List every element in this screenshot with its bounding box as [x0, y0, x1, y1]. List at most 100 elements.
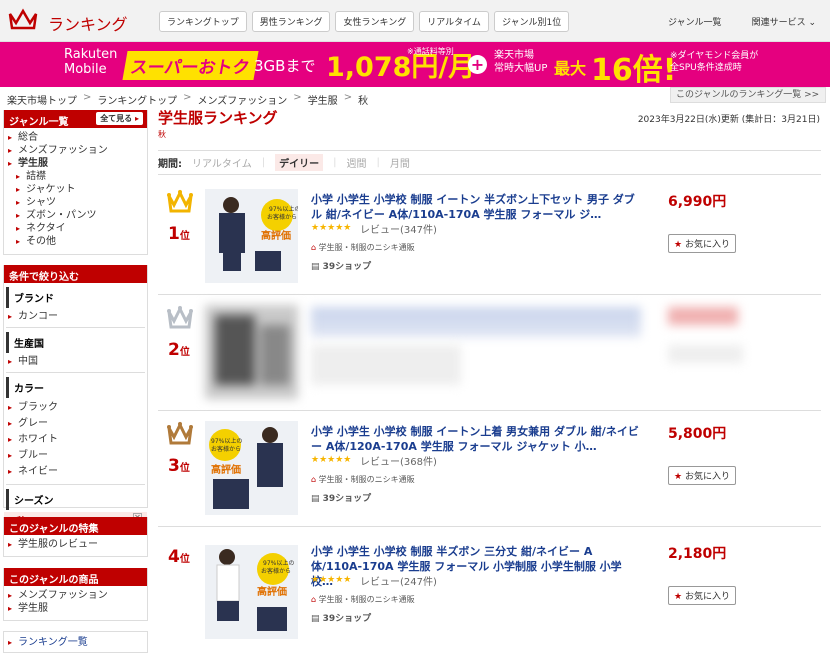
feature-list: 学生服のレビュー [4, 535, 147, 551]
shop-count[interactable]: ▤ 39ショップ [311, 611, 371, 624]
sidebar-ranking-list-box: ランキング一覧 [3, 631, 148, 653]
products-item[interactable]: 学生服 [4, 602, 147, 615]
ranking-list-link[interactable]: ランキング一覧 [4, 636, 147, 649]
color-item[interactable]: ブルー [4, 448, 147, 464]
layers-icon: ▤ [311, 494, 320, 504]
divider [6, 327, 145, 328]
rank-number: 4位 [168, 547, 190, 567]
related-services-link[interactable]: 関連サービス ⌄ [752, 15, 816, 28]
rakuten-mobile-logo: Rakuten Mobile [64, 47, 117, 77]
favorite-button[interactable]: ★ お気に入り [668, 466, 736, 485]
thumb-badge-line2: お客様から [267, 213, 297, 221]
genre-item[interactable]: メンズファッション [4, 144, 147, 157]
country-facet-title: 生産国 [6, 332, 147, 353]
color-list: ブラック グレー ホワイト ブルー ネイビー [4, 400, 147, 480]
nav-genre-first[interactable]: ジャンル別1位 [493, 11, 570, 32]
shop-name[interactable]: ⌂ 学生服・制服のニシキ通販 [311, 474, 415, 485]
shop-count[interactable]: ▤ 39ショップ [311, 491, 371, 504]
genre-subitem[interactable]: シャツ [4, 196, 147, 209]
layers-icon: ▤ [311, 262, 320, 272]
tab-realtime[interactable]: リアルタイム [192, 155, 252, 170]
divider [6, 372, 145, 373]
product-thumbnail[interactable]: 97%以上の お客様から 高評価 [205, 421, 298, 515]
products-header: このジャンルの商品 [4, 568, 147, 586]
breadcrumb-item[interactable]: 楽天市場トップ [7, 92, 77, 107]
product-thumbnail[interactable]: 97%以上の お客様から 高評価 [205, 189, 298, 283]
review-count[interactable]: レビュー(347件) [360, 221, 437, 236]
feature-header: このジャンルの特集 [4, 517, 147, 535]
ichiba-line1: 楽天市場 [494, 50, 534, 61]
breadcrumb-item[interactable]: メンズファッション [197, 92, 287, 107]
color-item[interactable]: グレー [4, 416, 147, 432]
product-title[interactable]: 小学 小学生 小学校 制服 イートン上着 男女兼用 ダブル 紺/ネイビー A体/… [311, 424, 641, 454]
ranking-logo-text[interactable]: ランキング [48, 11, 128, 35]
favorite-button[interactable]: ★ お気に入り [668, 234, 736, 253]
ranking-item: 2位 [158, 297, 821, 411]
brand-list: カンコー [4, 310, 147, 323]
genre-subitem[interactable]: 詰襟 [4, 170, 147, 183]
blurred-title-block [311, 307, 641, 337]
genre-subitem[interactable]: ズボン・パンツ [4, 209, 147, 222]
review-count[interactable]: レビュー(368件) [360, 453, 437, 468]
color-item[interactable]: ホワイト [4, 432, 147, 448]
breadcrumb-item[interactable]: 学生服 [308, 92, 338, 107]
page-subtitle: 秋 [158, 130, 166, 139]
product-image: 97%以上の お客様から 高評価 [205, 189, 298, 283]
layers-icon: ▤ [311, 614, 320, 624]
product-thumbnail[interactable]: 97%以上の お客様から 高評価 [205, 545, 298, 639]
top-nav: ランキングトップ 男性ランキング 女性ランキング リアルタイム ジャンル別1位 [159, 11, 570, 32]
nav-ranking-top[interactable]: ランキングトップ [159, 11, 247, 32]
review-count[interactable]: レビュー(247件) [360, 573, 437, 588]
rank-number: 1位 [168, 224, 190, 244]
country-list: 中国 [4, 355, 147, 368]
season-facet-title: シーズン [6, 489, 147, 510]
genre-list-link[interactable]: ジャンル一覧 [668, 15, 722, 28]
product-price: 5,800円 [668, 426, 727, 442]
rank-number: 2位 [168, 340, 190, 360]
promo-banner[interactable]: Rakuten Mobile スーパーおトク 3GBまで 1,078円/月 ※通話… [0, 42, 830, 88]
ranking-item: 3位 97%以上の お客様から 高評価 小学 小学生 小学校 制服 イートン上着… [158, 413, 821, 527]
genre-subitem[interactable]: ネクタイ [4, 222, 147, 235]
genre-list: 総合 メンズファッション 学生服 詰襟 ジャケット シャツ ズボン・パンツ ネク… [4, 128, 147, 248]
color-item[interactable]: ネイビー [4, 464, 147, 480]
shop-name[interactable]: ⌂ 学生服・制服のニシキ通販 [311, 594, 415, 605]
nav-female-ranking[interactable]: 女性ランキング [335, 11, 415, 32]
see-all-button[interactable]: 全て見る ▸ [96, 112, 143, 125]
nav-male-ranking[interactable]: 男性ランキング [251, 11, 331, 32]
favorite-button[interactable]: ★ お気に入り [668, 586, 736, 605]
thumb-badge-line2: お客様から [211, 445, 241, 453]
country-item[interactable]: 中国 [4, 355, 147, 368]
product-title[interactable]: 小学 小学生 小学校 制服 イートン 半ズボン上下セット 男子 ダブル 紺/ネイ… [311, 192, 641, 222]
genre-item[interactable]: 学生服 [4, 157, 147, 170]
nav-realtime[interactable]: リアルタイム [419, 11, 489, 32]
rank-suffix: 位 [179, 347, 190, 358]
feature-item[interactable]: 学生服のレビュー [4, 538, 147, 551]
tab-daily[interactable]: デイリー [275, 154, 324, 171]
home-icon: ⌂ [311, 595, 317, 604]
rank-suffix: 位 [179, 463, 190, 474]
breadcrumb-current: 秋 [358, 96, 369, 107]
genre-subitem[interactable]: その他 [4, 235, 147, 248]
shop-name-text: 学生服・制服のニシキ通販 [318, 595, 415, 604]
star-icon: ★ [674, 472, 683, 482]
thumb-badge-line3: 高評価 [257, 585, 287, 598]
shop-name[interactable]: ⌂ 学生服・制服のニシキ通販 [311, 242, 415, 253]
genre-item[interactable]: 総合 [4, 131, 147, 144]
shop-count[interactable]: ▤ 39ショップ [311, 259, 371, 272]
tab-weekly[interactable]: 週間 [346, 155, 366, 170]
product-thumbnail-blurred[interactable] [205, 305, 298, 399]
shop-name-text: 学生服・制服のニシキ通販 [318, 243, 415, 252]
period-tabs: 期間: リアルタイム | デイリー | 週間 | 月間 [158, 150, 821, 175]
crown-logo-icon[interactable] [8, 8, 38, 32]
brand-item[interactable]: カンコー [4, 310, 147, 323]
breadcrumb-item[interactable]: ランキングトップ [97, 92, 177, 107]
top-right-links: ジャンル一覧 関連サービス ⌄ [668, 15, 816, 28]
color-item[interactable]: ブラック [4, 400, 147, 416]
products-item[interactable]: メンズファッション [4, 589, 147, 602]
tab-monthly[interactable]: 月間 [390, 155, 410, 170]
genre-subitem[interactable]: ジャケット [4, 183, 147, 196]
see-all-label: 全て見る [100, 114, 133, 123]
banner-ichiba: 楽天市場 常時大幅UP [494, 49, 547, 75]
sidebar-feature-box: このジャンルの特集 学生服のレビュー [3, 517, 148, 557]
genre-ranking-list-link[interactable]: このジャンルのランキング一覧 >> [670, 87, 826, 103]
